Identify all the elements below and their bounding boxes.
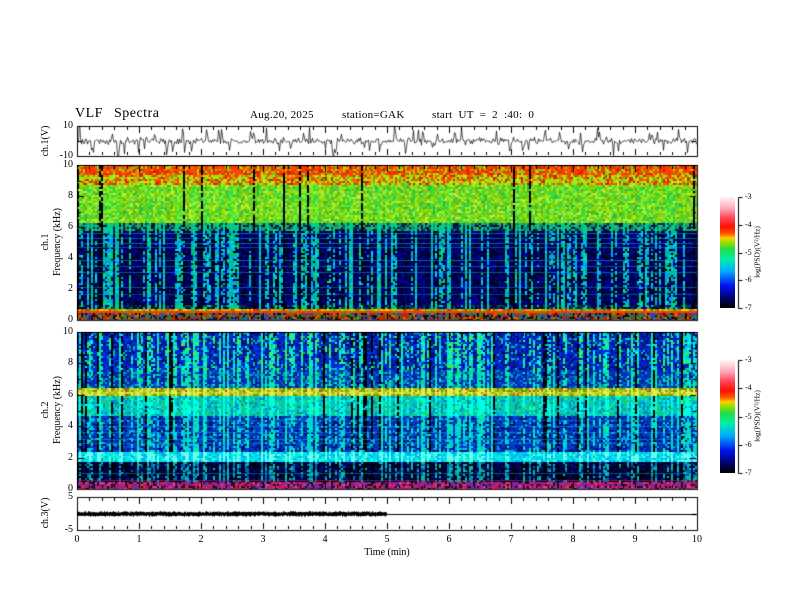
x-tick-label: 8 xyxy=(570,534,576,545)
x-tick-label: 5 xyxy=(384,534,390,545)
colorbar-tick-label: -7 xyxy=(745,303,752,312)
colorbar-tick-label: -5 xyxy=(745,411,752,421)
x-tick-label: 10 xyxy=(692,534,702,545)
x-tick-label: 0 xyxy=(74,534,80,545)
x-tick-label: 6 xyxy=(446,534,452,545)
x-tick-label: 9 xyxy=(632,534,638,545)
x-tick-label: 2 xyxy=(198,534,204,545)
ch1-frequency-tick-label: 6 xyxy=(68,221,73,232)
colorbar-tick-label: -5 xyxy=(745,247,752,257)
ch2-frequency-tick-label: 10 xyxy=(63,326,73,337)
x-tick-label: 4 xyxy=(322,534,328,545)
x-tick-label: 7 xyxy=(508,534,514,545)
ch1-frequency-tick-label: 4 xyxy=(68,252,73,263)
ch2-frequency-tick-label: 4 xyxy=(68,420,73,432)
colorbar-tick-label: -3 xyxy=(745,355,752,364)
vlf-spectra-figure: VLF Spectra Aug.20, 2025 station=GAK sta… xyxy=(0,0,792,612)
axes-ticks-overlay xyxy=(0,0,792,612)
ch3-voltage-tick-label: -5 xyxy=(64,524,73,535)
ch1-frequency-tick-label: 10 xyxy=(63,159,73,170)
x-tick-label: 1 xyxy=(136,534,142,545)
ch2-frequency-tick-label: 2 xyxy=(68,451,73,463)
colorbar-tick-label: -4 xyxy=(745,219,752,229)
colorbar-tick-label: -4 xyxy=(745,383,752,393)
ch2-frequency-tick-label: 6 xyxy=(68,388,73,400)
ch1-frequency-tick-label: 2 xyxy=(68,283,73,294)
ch3-voltage-tick-label: 5 xyxy=(68,491,73,502)
colorbar-tick-label: -6 xyxy=(745,275,752,285)
ch1-frequency-tick-label: 8 xyxy=(68,190,73,201)
x-tick-label: 3 xyxy=(260,534,266,545)
ch2-frequency-tick-label: 8 xyxy=(68,357,73,369)
colorbar-tick-label: -3 xyxy=(745,192,752,201)
colorbar-tick-label: -6 xyxy=(745,439,752,449)
colorbar-tick-label: -7 xyxy=(745,468,752,477)
ch1-frequency-tick-label: 0 xyxy=(68,314,73,325)
ch1-voltage-tick-label: 10 xyxy=(63,120,73,131)
